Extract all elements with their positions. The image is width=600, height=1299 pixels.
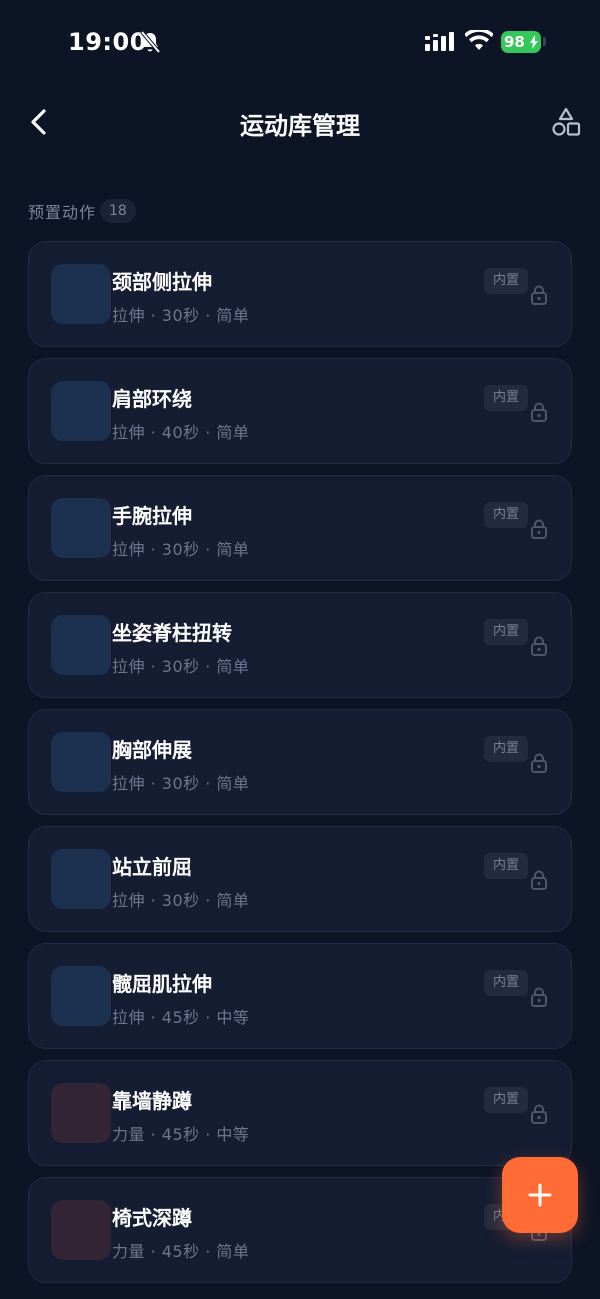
exercise-meta: 拉伸 · 45秒 · 中等 [112, 1008, 250, 1027]
wifi-icon [465, 30, 493, 50]
exercise-title: 站立前屈 [112, 855, 192, 879]
exercise-meta: 拉伸 · 30秒 · 简单 [112, 540, 250, 559]
exercise-meta: 拉伸 · 30秒 · 简单 [112, 774, 250, 793]
exercise-card[interactable]: 椅式深蹲力量 · 45秒 · 简单内置 [28, 1177, 572, 1283]
battery-indicator: 98 [501, 31, 541, 53]
exercise-meta: 力量 · 45秒 · 中等 [112, 1125, 250, 1144]
exercise-thumbnail [51, 966, 111, 1026]
status-bar: 19:00 98 [0, 0, 600, 84]
exercise-meta: 拉伸 · 30秒 · 简单 [112, 306, 250, 325]
lock-icon [531, 987, 547, 1007]
exercise-thumbnail [51, 615, 111, 675]
exercise-title: 坐姿脊柱扭转 [112, 621, 232, 645]
lock-icon [531, 753, 547, 773]
exercise-card[interactable]: 肩部环绕拉伸 · 40秒 · 简单 内置 [28, 358, 572, 464]
bell-off-icon [140, 30, 161, 54]
exercise-card[interactable]: 站立前屈拉伸 · 30秒 · 简单 内置 [28, 826, 572, 932]
exercise-title: 胸部伸展 [112, 738, 192, 762]
exercise-title: 肩部环绕 [112, 387, 192, 411]
exercise-thumbnail [51, 498, 111, 558]
exercise-meta: 拉伸 · 30秒 · 简单 [112, 657, 250, 676]
exercise-card[interactable]: 髋屈肌拉伸拉伸 · 45秒 · 中等 内置 [28, 943, 572, 1049]
lock-icon [531, 519, 547, 539]
builtin-badge: 内置 [484, 385, 528, 411]
exercise-thumbnail [51, 732, 111, 792]
section-header: 预置动作 18 [28, 197, 136, 225]
builtin-badge: 内置 [484, 1087, 528, 1113]
exercise-title: 靠墙静蹲 [112, 1089, 192, 1113]
plus-icon [528, 1183, 552, 1207]
page-title: 运动库管理 [240, 112, 360, 140]
add-exercise-button[interactable] [502, 1157, 578, 1233]
exercise-thumbnail [51, 381, 111, 441]
exercise-title: 髋屈肌拉伸 [112, 972, 212, 996]
battery-level: 98 [504, 33, 525, 51]
section-title: 预置动作 [28, 203, 97, 222]
lock-icon [531, 870, 547, 890]
nav-bar: 运动库管理 [0, 90, 600, 154]
builtin-badge: 内置 [484, 619, 528, 645]
battery-cap [543, 37, 546, 46]
exercise-card[interactable]: 坐姿脊柱扭转拉伸 · 30秒 · 简单 内置 [28, 592, 572, 698]
status-time: 19:00 [68, 28, 147, 56]
builtin-badge: 内置 [484, 736, 528, 762]
exercise-title: 颈部侧拉伸 [112, 270, 212, 294]
exercise-card[interactable]: 胸部伸展拉伸 · 30秒 · 简单 内置 [28, 709, 572, 815]
exercise-meta: 拉伸 · 40秒 · 简单 [112, 423, 250, 442]
lock-icon [531, 285, 547, 305]
exercise-meta: 拉伸 · 30秒 · 简单 [112, 891, 250, 910]
signal-icon [425, 32, 454, 51]
builtin-badge: 内置 [484, 502, 528, 528]
exercise-meta: 力量 · 45秒 · 简单 [112, 1242, 250, 1261]
exercise-card[interactable]: 颈部侧拉伸拉伸 · 30秒 · 简单 内置 [28, 241, 572, 347]
exercise-thumbnail [51, 264, 111, 324]
exercise-thumbnail [51, 849, 111, 909]
exercise-card[interactable]: 手腕拉伸拉伸 · 30秒 · 简单 内置 [28, 475, 572, 581]
lock-icon [531, 636, 547, 656]
builtin-badge: 内置 [484, 853, 528, 879]
section-count-badge: 18 [100, 199, 136, 223]
exercise-title: 椅式深蹲 [112, 1206, 192, 1230]
lock-icon [531, 402, 547, 422]
exercise-card[interactable]: 靠墙静蹲力量 · 45秒 · 中等 内置 [28, 1060, 572, 1166]
builtin-badge: 内置 [484, 268, 528, 294]
lock-icon [531, 1104, 547, 1124]
exercise-thumbnail [51, 1200, 111, 1260]
exercise-title: 手腕拉伸 [112, 504, 192, 528]
shapes-icon[interactable] [550, 106, 582, 138]
bolt-icon [530, 35, 538, 49]
exercise-thumbnail [51, 1083, 111, 1143]
builtin-badge: 内置 [484, 970, 528, 996]
